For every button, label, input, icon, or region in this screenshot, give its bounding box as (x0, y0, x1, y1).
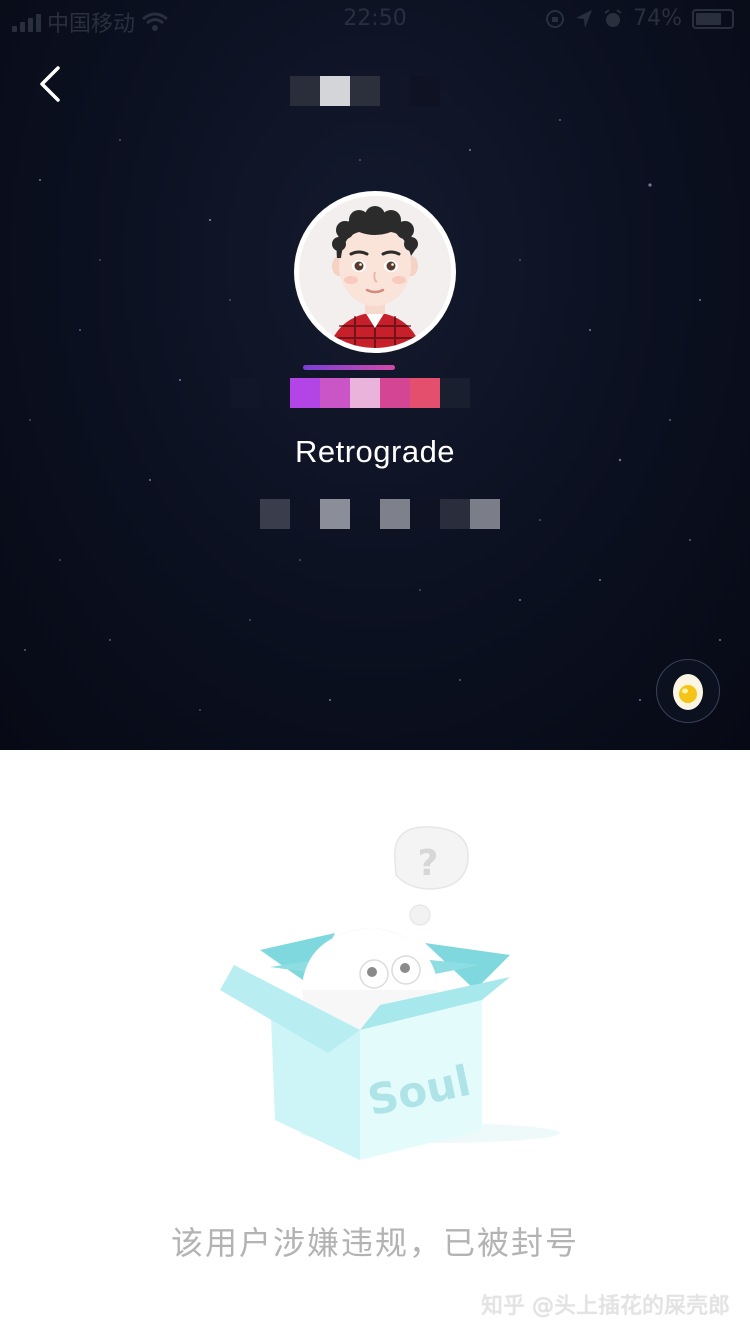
battery-icon (692, 8, 734, 29)
location-icon (576, 9, 593, 28)
profile-header: 中国移动 22:50 74% Retrograde (0, 0, 750, 750)
chevron-left-icon (40, 66, 60, 102)
egg-button[interactable] (656, 659, 720, 723)
back-button[interactable] (30, 60, 74, 108)
question-bubble-icon: ? (394, 826, 469, 926)
username-label: Retrograde (294, 434, 456, 469)
empty-box-illustration: ? Soul (220, 826, 560, 1160)
status-bar: 中国移动 22:50 74% (0, 0, 750, 40)
cartoon-avatar-image (299, 196, 451, 348)
alarm-icon (604, 8, 622, 27)
watermark: 知乎 @头上插花的屎壳郎 (481, 1294, 730, 1319)
avatar[interactable] (294, 191, 456, 353)
ban-message: 该用户涉嫌违规，已被封号 (170, 1224, 579, 1262)
battery-percent: 74% (633, 6, 682, 31)
egg-icon (673, 674, 703, 710)
badge-accent (303, 365, 395, 370)
starfield-background (24, 119, 721, 711)
status-right: 74% (545, 6, 734, 31)
svg-text:?: ? (418, 843, 439, 884)
lock-rotation-icon (546, 9, 565, 28)
